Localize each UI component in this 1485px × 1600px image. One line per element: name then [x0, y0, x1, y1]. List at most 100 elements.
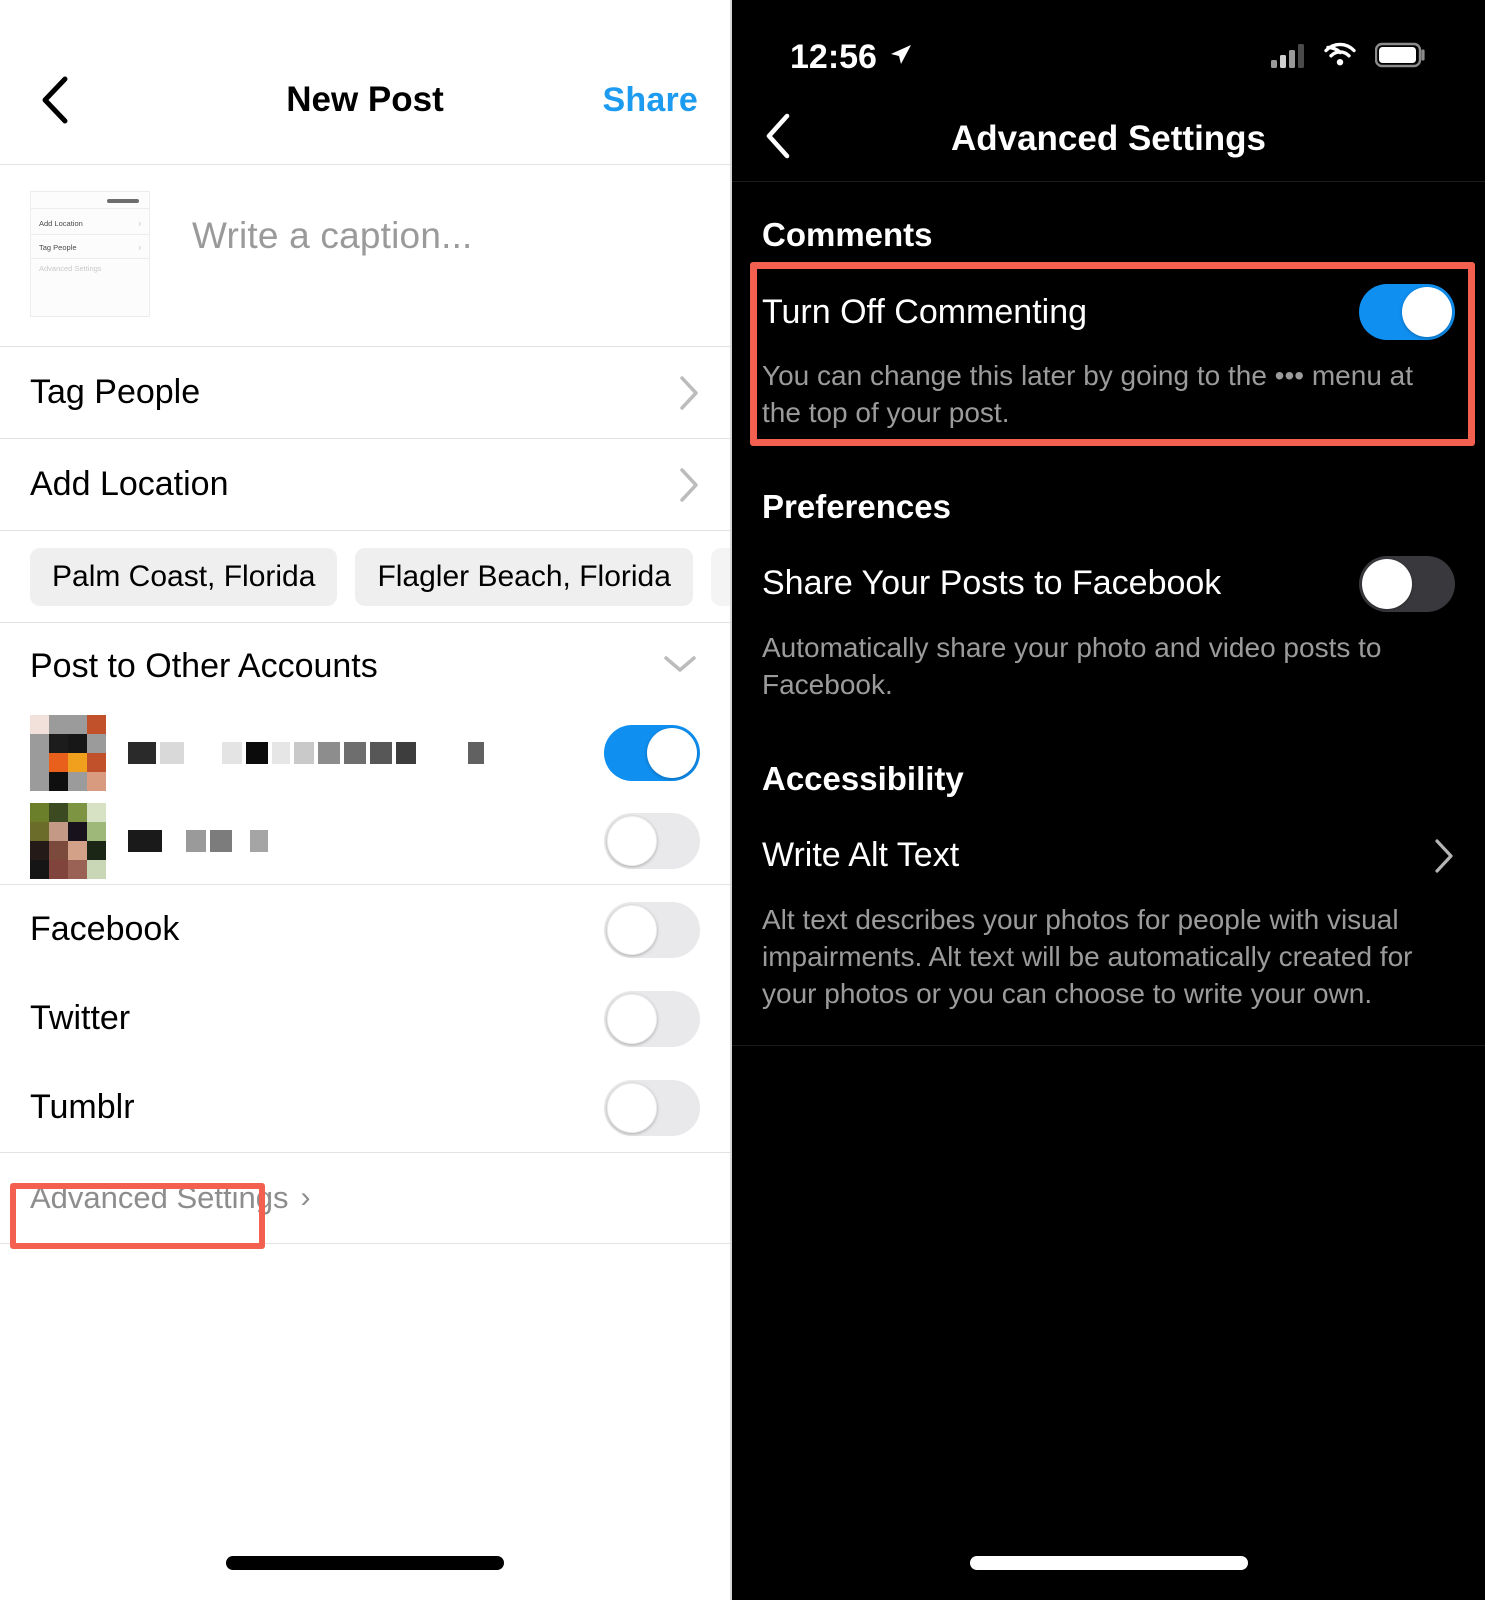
avatar-pixel: [68, 859, 87, 879]
status-bar-time-group: 12:56: [790, 38, 913, 77]
avatar: [30, 715, 106, 791]
advanced-settings-row[interactable]: Advanced Settings ›: [0, 1152, 730, 1249]
caption-row: Add Location › Tag People › Advanced Set…: [0, 165, 730, 347]
advanced-settings-label: Advanced Settings: [30, 1180, 289, 1215]
post-thumbnail[interactable]: Add Location › Tag People › Advanced Set…: [30, 191, 150, 317]
avatar-pixel: [49, 753, 68, 772]
wifi-icon: [1323, 42, 1357, 73]
chevron-right-icon: ›: [138, 243, 141, 252]
thumb-row-tag-people: Tag People ›: [39, 243, 141, 252]
other-account-row[interactable]: [0, 709, 730, 797]
avatar-pixel: [30, 734, 49, 753]
avatar-pixel: [68, 772, 87, 791]
avatar-pixel: [30, 753, 49, 772]
tumblr-toggle[interactable]: [604, 1079, 700, 1136]
location-suggestions: Palm Coast, Florida Flagler Beach, Flori…: [0, 531, 730, 623]
redacted-pixel: [128, 829, 162, 852]
row-add-location[interactable]: Add Location: [0, 439, 730, 531]
redacted-pixel: [246, 742, 268, 764]
other-account-row[interactable]: [0, 797, 730, 885]
status-time: 12:56: [790, 37, 877, 76]
avatar-pixel: [87, 772, 106, 791]
avatar-pixel: [30, 802, 49, 822]
redacted-pixel: [166, 830, 182, 852]
section-title-accessibility: Accessibility: [762, 759, 964, 797]
avatar-pixel: [30, 821, 49, 841]
avatar-pixel: [30, 772, 49, 791]
social-row-twitter[interactable]: Twitter: [0, 974, 730, 1063]
advanced-settings-label-group: Advanced Settings ›: [30, 1180, 311, 1216]
thumb-row-advanced-settings: Advanced Settings: [39, 264, 141, 273]
turn-off-commenting-label: Turn Off Commenting: [762, 292, 1088, 331]
avatar-pixel: [87, 753, 106, 772]
share-posts-to-facebook-description: Automatically share your photo and video…: [762, 631, 1382, 700]
social-label: Tumblr: [30, 1088, 135, 1126]
chevron-right-icon: ›: [138, 219, 141, 228]
avatar-pixel: [87, 821, 106, 841]
thumb-row-add-location: Add Location ›: [39, 219, 141, 228]
avatar-pixel: [49, 840, 68, 860]
social-row-tumblr[interactable]: Tumblr: [0, 1063, 730, 1152]
home-indicator: [732, 1556, 1485, 1570]
post-to-other-accounts-header[interactable]: Post to Other Accounts: [0, 623, 730, 709]
battery-icon: [1374, 42, 1427, 73]
avatar-pixel: [87, 840, 106, 860]
section-divider: [732, 1044, 1485, 1046]
redacted-pixel: [210, 829, 232, 852]
avatar-pixel: [49, 859, 68, 879]
redacted-pixel: [222, 742, 242, 764]
account-name-redacted: [128, 742, 484, 764]
redacted-pixel: [294, 742, 314, 764]
avatar-pixel: [87, 715, 106, 734]
location-chip[interactable]: Flagler Beach, Florida: [355, 547, 693, 606]
avatar-pixel: [49, 802, 68, 822]
share-button[interactable]: Share: [603, 81, 699, 120]
write-alt-text-label: Write Alt Text: [762, 836, 960, 875]
redacted-pixel: [370, 742, 392, 764]
back-chevron-icon[interactable]: [762, 111, 794, 166]
thumb-label: Add Location: [39, 219, 83, 228]
back-chevron-icon[interactable]: [32, 76, 78, 124]
write-alt-text-row[interactable]: Write Alt Text: [732, 816, 1485, 896]
social-label: Facebook: [30, 910, 180, 948]
redacted-pixel: [396, 742, 416, 764]
section-title-comments: Comments: [762, 216, 933, 253]
account-name-redacted: [128, 829, 268, 852]
location-arrow-icon: [887, 38, 913, 77]
avatar-pixel: [49, 734, 68, 753]
row-label: Tag People: [30, 373, 201, 411]
avatar-pixel: [68, 753, 87, 772]
redacted-pixel: [272, 742, 290, 764]
avatar-pixel: [30, 840, 49, 860]
cellular-signal-icon: [1271, 42, 1305, 73]
location-chip[interactable]: Flagler: [710, 547, 730, 606]
facebook-toggle[interactable]: [604, 901, 700, 958]
avatar-pixel: [49, 772, 68, 791]
avatar-pixel: [49, 715, 68, 734]
share-posts-to-facebook-row[interactable]: Share Your Posts to Facebook: [732, 544, 1485, 624]
turn-off-commenting-toggle[interactable]: [1359, 284, 1455, 340]
redacted-pixel: [420, 742, 464, 764]
other-account-toggle[interactable]: [604, 812, 700, 869]
location-chip[interactable]: Palm Coast, Florida: [30, 547, 338, 606]
status-bar: 12:56: [732, 0, 1485, 96]
row-label: Add Location: [30, 465, 229, 503]
thumb-label: Tag People: [39, 243, 77, 252]
avatar-pixel: [87, 734, 106, 753]
redacted-pixel: [186, 829, 206, 852]
redacted-pixel: [188, 742, 218, 764]
avatar-pixel: [30, 859, 49, 879]
avatar: [30, 802, 106, 879]
turn-off-commenting-row[interactable]: Turn Off Commenting: [732, 272, 1485, 352]
chevron-down-icon[interactable]: [660, 652, 700, 681]
twitter-toggle[interactable]: [604, 990, 700, 1047]
social-row-facebook[interactable]: Facebook: [0, 885, 730, 974]
write-alt-text-description: Alt text describes your photos for peopl…: [762, 903, 1413, 1009]
row-tag-people[interactable]: Tag People: [0, 347, 730, 439]
other-account-toggle[interactable]: [604, 725, 700, 781]
share-posts-to-facebook-toggle[interactable]: [1359, 555, 1455, 612]
caption-input[interactable]: Write a caption...: [192, 215, 473, 257]
turn-off-commenting-description: You can change this later by going to th…: [762, 360, 1414, 428]
advanced-settings-screen: 12:56 Advanced Settings Comments Turn Of…: [732, 0, 1485, 1600]
avatar-pixel: [68, 715, 87, 734]
